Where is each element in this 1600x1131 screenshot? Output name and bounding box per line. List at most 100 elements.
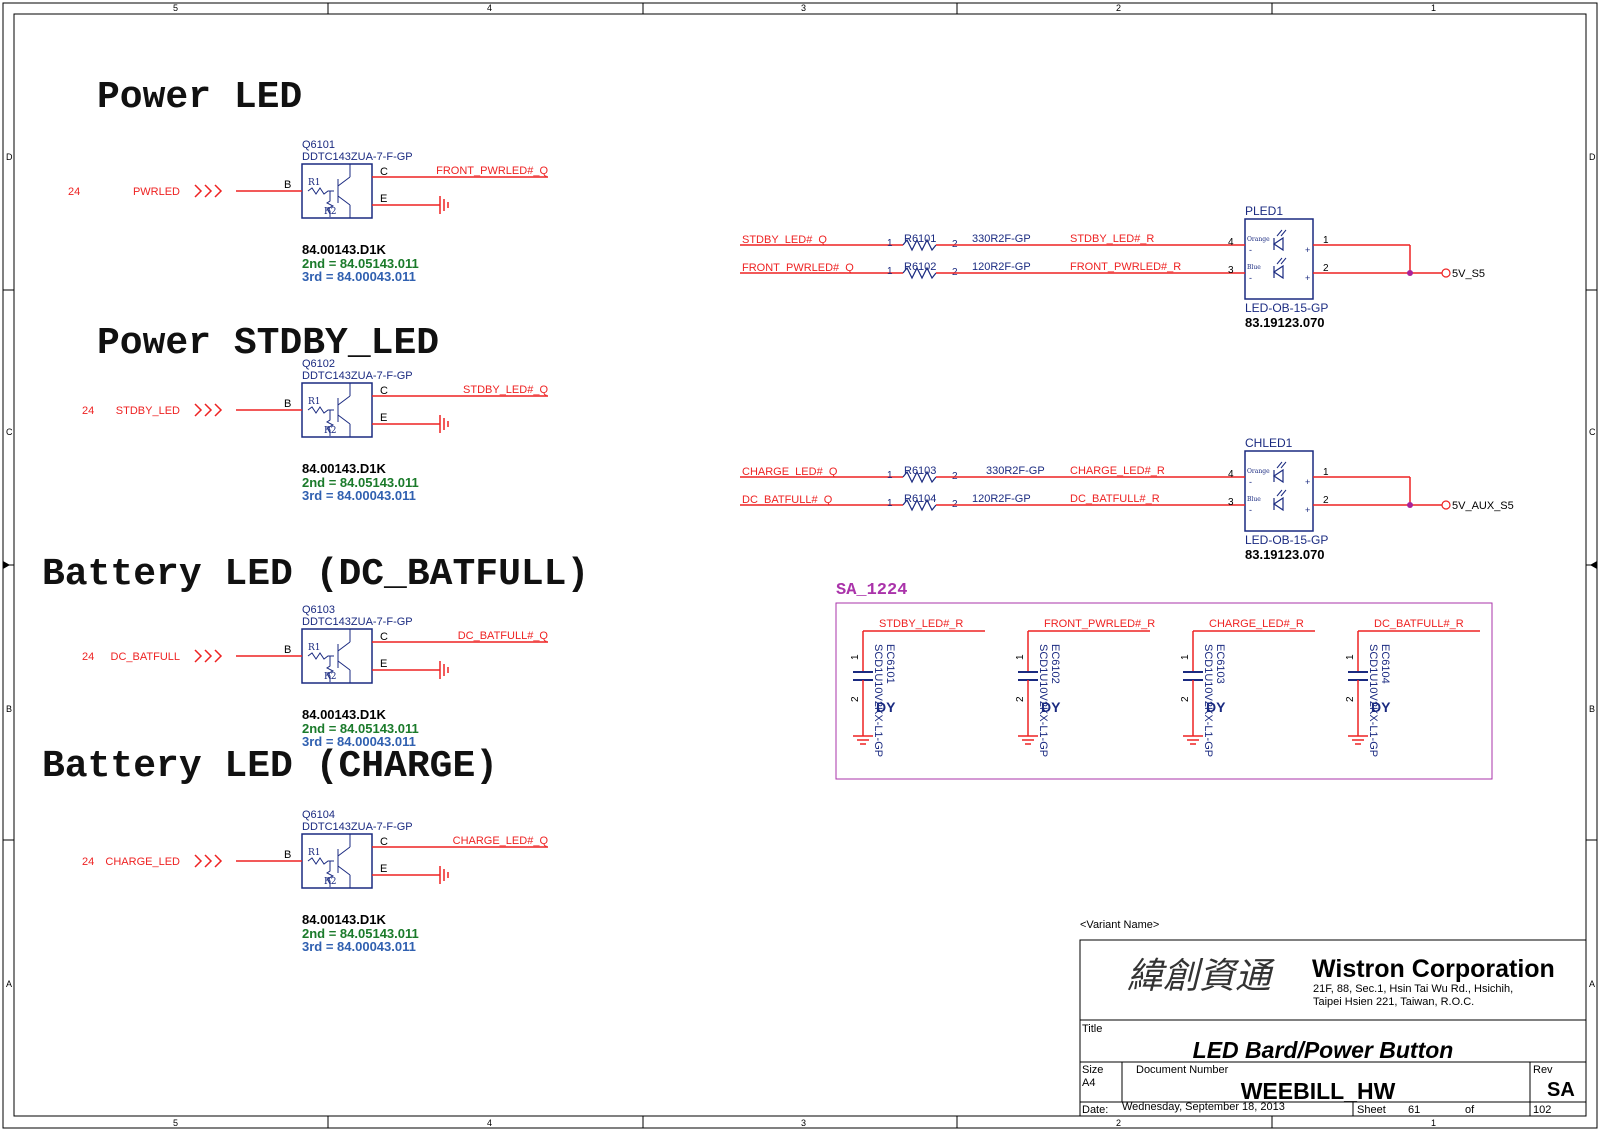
transistor-sections: Power LEDQ6101DDTC143ZUA-7-F-GPR1R2BC FRO… (42, 76, 589, 954)
emitter-leg (337, 414, 351, 425)
power-port-icon (1441, 500, 1451, 510)
cap-pin: 1 (1180, 654, 1191, 660)
section-title: Battery LED (DC_BATFULL) (42, 553, 589, 596)
output-net: DC_BATFULL#_Q (458, 630, 549, 642)
size-label: Size (1082, 1064, 1103, 1076)
schematic-sheet: 5 4 3 2 1 5 4 3 2 1 D C B A D C B A Powe… (2, 2, 1598, 1129)
cap-pin: 2 (1180, 696, 1191, 702)
junction-dot (1407, 270, 1413, 276)
section-title: Power STDBY_LED (97, 322, 439, 365)
pin-e-label: E (380, 863, 387, 875)
transistor-body (301, 163, 373, 219)
cap-pin: 2 (1345, 696, 1356, 702)
col-label-bottom: 5 (173, 1118, 178, 1128)
part-number-primary: 84.00143.D1K (302, 707, 386, 722)
pin-b-label: B (284, 849, 291, 861)
input-net: CHARGE_LED (105, 856, 180, 868)
led-ref: PLED1 (1245, 204, 1283, 218)
dnp-marker: DY (876, 699, 896, 715)
row-label-right: B (1589, 704, 1595, 714)
col-label-top: 3 (801, 3, 806, 13)
resistor-value: 120R2F-GP (972, 261, 1031, 273)
size-value: A4 (1082, 1077, 1095, 1089)
part-number-third: 3rd = 84.00043.011 (302, 939, 416, 954)
ground-icon (439, 196, 449, 214)
pin-b-label: B (284, 398, 291, 410)
led-sections: PLED1STDBY_LED#_Q1R61012330R2F-GPSTDBY_L… (740, 204, 1514, 562)
sheet-ref: 24 (82, 856, 94, 868)
col-label-bottom: 2 (1116, 1118, 1121, 1128)
ground-icon (853, 735, 873, 745)
power-rail-label: 5V_AUX_S5 (1452, 500, 1514, 512)
ground-icon (1183, 735, 1203, 745)
led-output-net: DC_BATFULL#_R (1070, 493, 1160, 505)
col-label-top: 1 (1431, 3, 1436, 13)
col-label-bottom: 3 (801, 1118, 806, 1128)
pin-b-label: B (284, 644, 291, 656)
ground-icon (439, 415, 449, 433)
dnp-marker: DY (1371, 699, 1391, 715)
cap-pin: 2 (850, 696, 861, 702)
collector-leg (337, 176, 351, 187)
title-block: <Variant Name> 緯創資通 Wistron Corporation … (1079, 919, 1587, 1117)
led-color-label: Orange (1247, 236, 1270, 243)
dnp-marker: DY (1041, 699, 1061, 715)
resistor-value: 330R2F-GP (972, 233, 1031, 245)
pin-e-label: E (380, 658, 387, 670)
pin-polarity: + (1305, 477, 1310, 487)
company-name: Wistron Corporation (1312, 955, 1555, 983)
pin-polarity: - (1249, 505, 1252, 515)
led-pin: 3 (1228, 265, 1234, 276)
emitter-leg (337, 195, 351, 206)
pin-polarity: - (1249, 245, 1252, 255)
sheet-ref: 24 (68, 186, 80, 198)
led-part: LED-OB-15-GP (1245, 301, 1328, 315)
ground-icon (439, 661, 449, 679)
part-number-primary: 84.00143.D1K (302, 912, 386, 927)
transistor-section: Battery LED (DC_BATFULL) Q6103DDTC143ZUA-… (42, 553, 589, 749)
emitter-leg (337, 660, 351, 671)
collector-leg (337, 846, 351, 857)
transistor-ref: Q6104 (302, 809, 335, 821)
company-address-line2: Taipei Hsien 221, Taiwan, R.O.C. (1313, 996, 1474, 1008)
r1-label: R1 (308, 178, 321, 188)
pin-polarity: - (1249, 273, 1252, 283)
cap-pin: 1 (1345, 654, 1356, 660)
output-net: CHARGE_LED#_Q (453, 835, 549, 847)
diode-icon (1272, 264, 1284, 280)
sheet-ref: 24 (82, 651, 94, 663)
resistor-pin: 1 (887, 238, 893, 249)
resistor-pin: 1 (887, 470, 893, 481)
date-label: Date: (1082, 1104, 1108, 1116)
capacitor-group: SA_1224STDBY_LED#_R12EC6101SCD1U10V2KX-L… (835, 581, 1493, 780)
offpage-connector-icon (194, 649, 223, 663)
led-output-net: CHARGE_LED#_R (1070, 465, 1165, 477)
power-rail-label: 5V_S5 (1452, 268, 1485, 280)
cap-net: STDBY_LED#_R (879, 618, 963, 630)
cap-ref: EC6101 (884, 644, 896, 684)
led-part-number: 83.19123.070 (1245, 315, 1325, 330)
junction-dot (1407, 502, 1413, 508)
r2-label: R2 (324, 207, 337, 217)
emitter-leg (337, 865, 351, 876)
capacitor: STDBY_LED#_R12EC6101SCD1U10V2KX-L1-GPDY (850, 618, 985, 757)
variant-name: <Variant Name> (1080, 919, 1159, 931)
led-color-label: Blue (1247, 496, 1261, 503)
sheet-title: LED Bard/Power Button (1193, 1037, 1454, 1063)
ground-icon (1348, 735, 1368, 745)
part-number-third: 3rd = 84.00043.011 (302, 488, 416, 503)
transistor-body (301, 833, 373, 889)
led-output-net: FRONT_PWRLED#_R (1070, 261, 1181, 273)
output-net: FRONT_PWRLED#_Q (436, 165, 548, 177)
led-input-net: FRONT_PWRLED#_Q (742, 262, 854, 274)
row-label-right: C (1589, 427, 1596, 437)
input-net: PWRLED (133, 186, 180, 198)
r2-label: R2 (324, 672, 337, 682)
sheet-label: Sheet (1357, 1104, 1386, 1116)
company-logo: 緯創資通 (1127, 956, 1275, 997)
col-label-bottom: 4 (487, 1118, 492, 1128)
r1-label: R1 (308, 643, 321, 653)
transistor-body (301, 382, 373, 438)
pin-c-label: C (380, 385, 388, 397)
sheet-ref: 24 (82, 405, 94, 417)
